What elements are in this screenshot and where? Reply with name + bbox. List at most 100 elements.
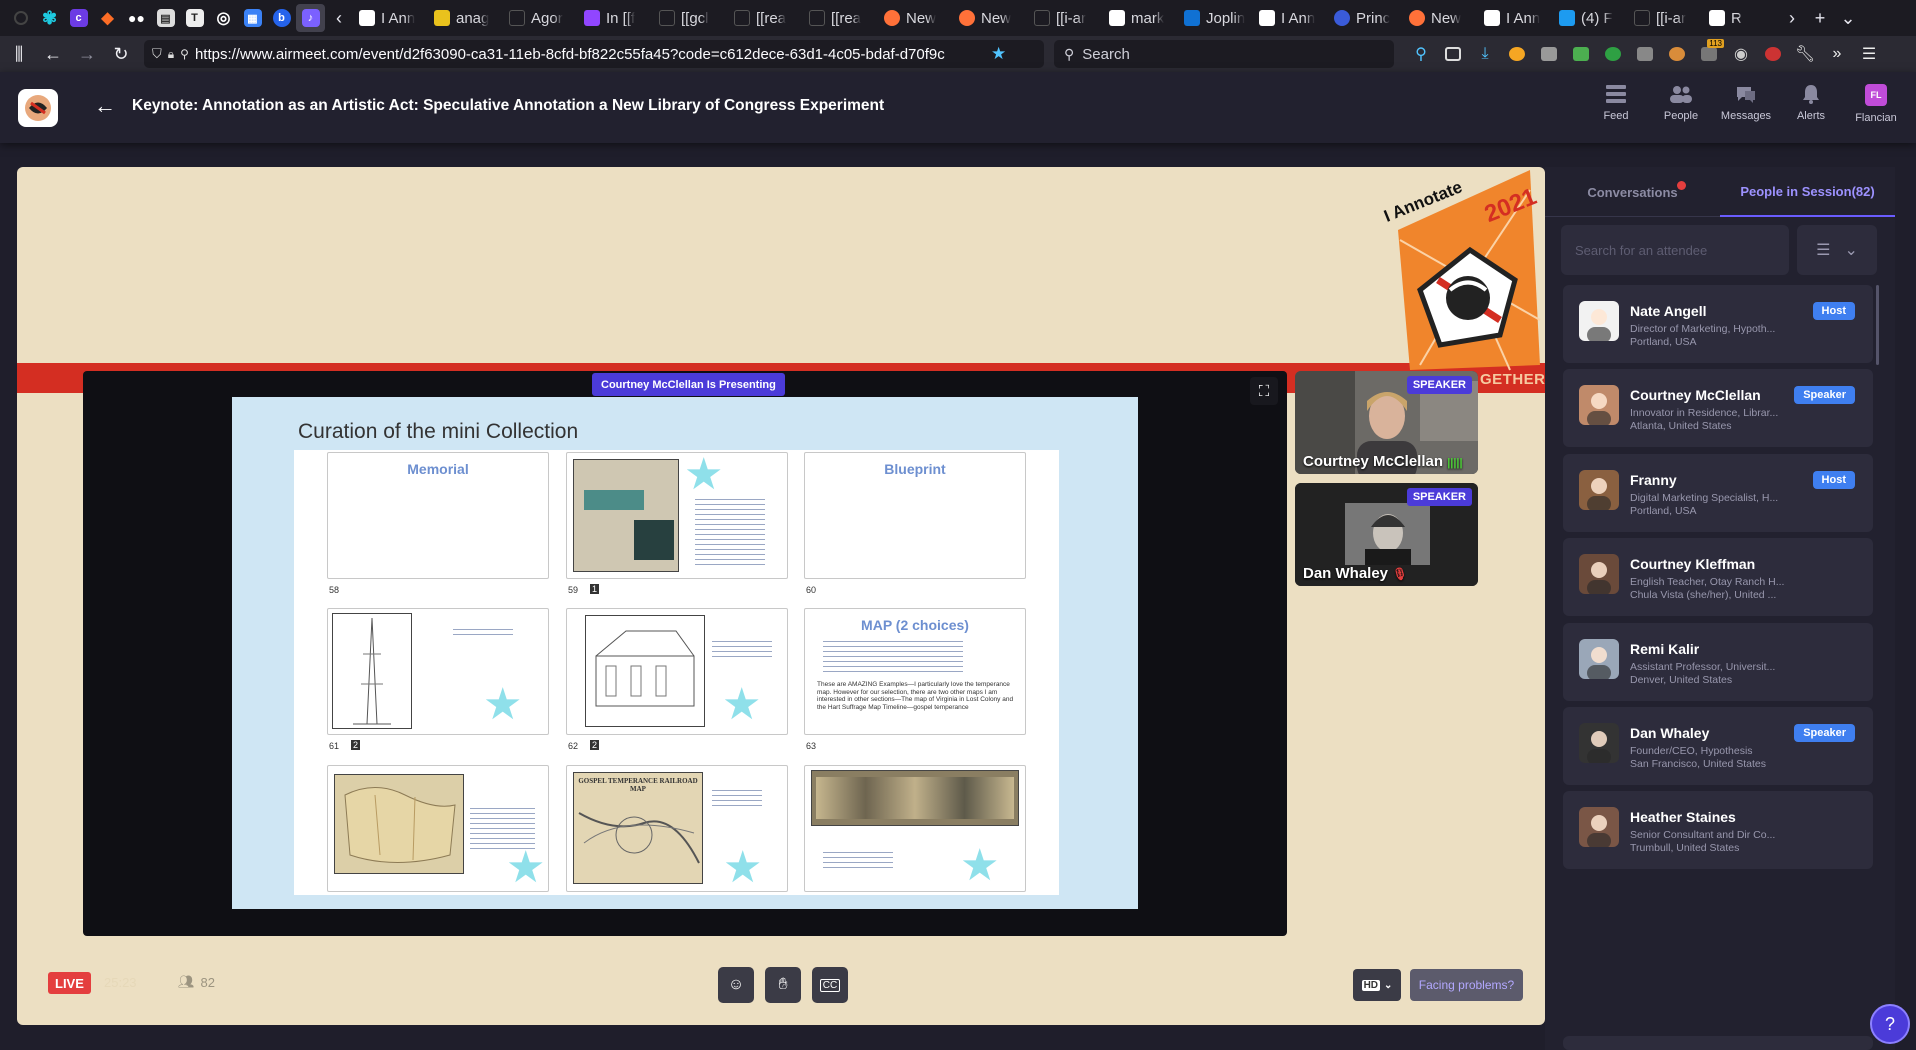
fullscreen-icon[interactable]: ⛶ — [1250, 377, 1278, 405]
pinned-tab[interactable]: ●● — [122, 4, 151, 32]
new-tab-button[interactable]: + — [1806, 3, 1834, 33]
permissions-icon[interactable]: ⚲ — [180, 47, 189, 61]
pinned-tab[interactable]: ✾ — [35, 4, 64, 32]
menu-icon[interactable]: ☰ — [1854, 39, 1884, 69]
pinned-tab[interactable]: ▤ — [151, 4, 180, 32]
green-ext-icon[interactable] — [1598, 39, 1628, 69]
record-ext-icon[interactable] — [1758, 39, 1788, 69]
browser-tab[interactable]: [[i-ar — [1028, 3, 1103, 33]
wrench-icon[interactable]: 🔧︎ — [1790, 39, 1820, 69]
browser-tab[interactable]: mark — [1103, 3, 1178, 33]
tab-scroll-left-button[interactable]: ‹ — [325, 3, 353, 33]
browser-tab[interactable]: I Ann — [1478, 3, 1553, 33]
attendee-card[interactable]: Courtney McClellan Innovator in Residence… — [1563, 369, 1873, 448]
note-ext-icon[interactable] — [1630, 39, 1660, 69]
url-bar[interactable]: ⛉ 🔒︎ ⚲ https://www.airmeet.com/event/d2f… — [144, 40, 1044, 68]
tab-favicon-icon — [434, 10, 450, 26]
tab-title: Joplin — [1206, 9, 1246, 27]
back-icon[interactable]: ← — [38, 39, 68, 69]
reload-icon[interactable]: ↻ — [106, 39, 136, 69]
attendee-title: Director of Marketing, Hypoth... — [1630, 323, 1776, 335]
attendee-search-input[interactable]: Search for an attendee — [1561, 225, 1789, 275]
lock-icon[interactable]: 🔒︎ — [168, 47, 174, 62]
search-bar[interactable]: ⚲ Search — [1054, 40, 1394, 68]
badge-ext-icon[interactable]: 113 — [1694, 39, 1724, 69]
browser-tab[interactable]: Agor — [503, 3, 578, 33]
hd-icon: HD — [1361, 979, 1381, 991]
attendee-card[interactable]: Dan Whaley Founder/CEO, Hypothesis San Fra… — [1563, 707, 1873, 785]
browser-tab[interactable]: In [[f — [578, 3, 653, 33]
browser-tab[interactable]: New — [953, 3, 1028, 33]
shield-icon[interactable]: ⛉ — [152, 46, 162, 62]
browser-tab[interactable]: Princ — [1328, 3, 1403, 33]
nav-people[interactable]: People — [1650, 84, 1712, 134]
quality-selector[interactable]: HD ⌄ — [1353, 969, 1401, 1001]
bookmark-star-icon[interactable]: ★ — [991, 44, 1006, 64]
container-icon[interactable] — [1534, 39, 1564, 69]
pinned-tab[interactable]: ▦ — [238, 4, 267, 32]
speaker-tile-courtney[interactable]: SPEAKER Courtney McClellan ||||| — [1295, 371, 1478, 474]
browser-tab[interactable]: Joplin — [1178, 3, 1253, 33]
pinned-tab[interactable]: b — [267, 4, 296, 32]
browser-tab[interactable]: New — [1403, 3, 1478, 33]
attendee-card-partial[interactable] — [1563, 1036, 1873, 1050]
sidebar-toggle-icon[interactable]: ⫼ — [4, 39, 34, 69]
tab-title: [[rea — [831, 9, 862, 27]
attendee-card[interactable]: Heather Staines Senior Consultant and Dir… — [1563, 791, 1873, 870]
attendee-card[interactable]: Courtney Kleffman English Teacher, Otay R… — [1563, 538, 1873, 617]
nav-feed[interactable]: Feed — [1585, 84, 1647, 134]
eye-icon[interactable]: ◉ — [1726, 39, 1756, 69]
emoji-reaction-button[interactable]: ☺ — [718, 967, 754, 1003]
tab-manager-icon[interactable] — [1566, 39, 1596, 69]
browser-tab[interactable]: anag — [428, 3, 503, 33]
nav-alerts[interactable]: Alerts — [1780, 84, 1842, 134]
tab-people-in-session[interactable]: People in Session(82) — [1720, 167, 1895, 217]
browser-tab[interactable]: [[rea — [728, 3, 803, 33]
download-icon[interactable]: ⤓ — [1470, 39, 1500, 69]
search-ext-icon[interactable]: ⚲ — [1406, 39, 1436, 69]
speaker-tile-dan[interactable]: SPEAKER Dan Whaley 🎙︎ — [1295, 483, 1478, 586]
zotero-icon[interactable] — [1502, 39, 1532, 69]
browser-tab[interactable]: I Ann — [353, 3, 428, 33]
people-icon: 👥︎ — [178, 974, 195, 989]
raise-hand-button[interactable]: ✋︎ — [765, 967, 801, 1003]
nav-profile[interactable]: FL Flancian — [1845, 84, 1907, 134]
forward-icon[interactable]: → — [72, 39, 102, 69]
browser-tab[interactable]: [[gcl — [653, 3, 728, 33]
back-arrow-icon[interactable]: ← — [92, 93, 118, 119]
emoji-icon: ☺ — [727, 976, 745, 993]
captions-button[interactable]: CC — [812, 967, 848, 1003]
tab-list-menu-button[interactable]: ⌄ — [1834, 3, 1862, 33]
url-text[interactable]: https://www.airmeet.com/event/d2f63090-c… — [195, 46, 985, 63]
burger-ext-icon[interactable] — [1662, 39, 1692, 69]
browser-tab[interactable]: I Ann — [1253, 3, 1328, 33]
browser-tab[interactable]: R — [1703, 3, 1778, 33]
airmeet-logo[interactable] — [18, 89, 58, 127]
browser-tab[interactable]: New — [878, 3, 953, 33]
viewer-count[interactable]: 👥︎ 82 — [178, 974, 215, 990]
browser-tab[interactable]: [[rea — [803, 3, 878, 33]
tab-conversations[interactable]: Conversations — [1545, 167, 1720, 217]
attendee-card[interactable]: Nate Angell Director of Marketing, Hypoth… — [1563, 285, 1873, 363]
pinned-tab[interactable]: c — [64, 4, 93, 32]
tab-scroll-right-button[interactable]: › — [1778, 3, 1806, 33]
browser-tab[interactable]: [[i-ar — [1628, 3, 1703, 33]
filter-dropdown[interactable]: ☰ ⌄ — [1797, 225, 1877, 275]
overflow-chevron-icon[interactable]: » — [1822, 39, 1852, 69]
pinned-tab-active[interactable]: ♪ — [296, 4, 325, 32]
pocket-icon[interactable] — [1438, 39, 1468, 69]
facing-problems-button[interactable]: Facing problems? — [1410, 969, 1523, 1001]
pinned-tab[interactable] — [6, 4, 35, 32]
browser-tab[interactable]: (4) F — [1553, 3, 1628, 33]
panel-scrollbar[interactable] — [1876, 285, 1879, 365]
tab-title: R — [1731, 9, 1742, 27]
pinned-tab[interactable]: T — [180, 4, 209, 32]
pinned-tab[interactable]: ◎ — [209, 4, 238, 32]
nav-messages[interactable]: Messages — [1715, 84, 1777, 134]
help-button[interactable]: ? — [1870, 1004, 1910, 1044]
slide-card: ★ — [566, 452, 788, 579]
live-badge: LIVE — [48, 972, 91, 994]
attendee-card[interactable]: Franny Digital Marketing Specialist, H...… — [1563, 453, 1873, 532]
attendee-card[interactable]: Remi Kalir Assistant Professor, Universit… — [1563, 622, 1873, 701]
pinned-tab[interactable]: ◆ — [93, 4, 122, 32]
